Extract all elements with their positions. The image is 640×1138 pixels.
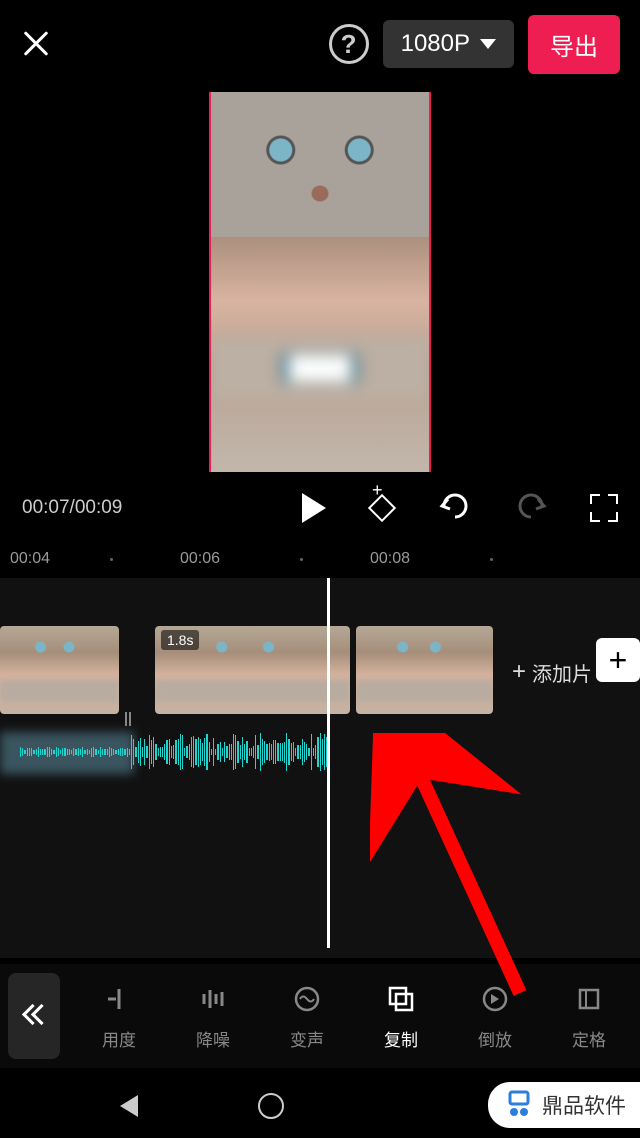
add-button[interactable]: +	[596, 638, 640, 682]
waveform	[20, 728, 330, 776]
add-clip-button[interactable]: 添加片	[512, 650, 592, 694]
play-button[interactable]	[302, 493, 326, 523]
freeze-icon	[572, 982, 606, 1016]
playhead[interactable]	[327, 578, 330, 948]
duration-badge: 1.8s	[161, 630, 199, 650]
nav-back-button[interactable]	[120, 1095, 138, 1117]
resolution-dropdown[interactable]: 1080P	[383, 20, 514, 68]
tool-speed[interactable]: 用度	[78, 982, 160, 1051]
fullscreen-button[interactable]	[590, 494, 618, 522]
clip-handle[interactable]	[122, 711, 134, 727]
chevron-down-icon	[480, 39, 496, 49]
keyframe-button[interactable]	[368, 494, 396, 522]
noise-icon	[196, 982, 230, 1016]
watermark: 鼎品软件	[488, 1082, 640, 1128]
redo-button[interactable]	[514, 491, 548, 526]
time-display: 00:07/00:09	[22, 497, 122, 519]
close-button[interactable]	[20, 28, 52, 60]
timeline[interactable]: 1.8s 添加片 +	[0, 578, 640, 958]
audio-track[interactable]	[0, 728, 330, 776]
tool-freeze[interactable]: 定格	[548, 982, 630, 1051]
help-icon[interactable]: ?	[329, 24, 369, 64]
preview-area[interactable]: ████	[0, 88, 640, 476]
tool-voice[interactable]: 变声	[266, 982, 348, 1051]
resolution-label: 1080P	[401, 30, 470, 58]
tool-noise[interactable]: 降噪	[172, 982, 254, 1051]
preview-frame: ████	[209, 92, 431, 472]
voice-icon	[290, 982, 324, 1016]
clip-1[interactable]	[0, 626, 119, 714]
clip-2[interactable]: 1.8s	[155, 626, 350, 714]
undo-button[interactable]	[438, 491, 472, 526]
speed-icon	[102, 982, 136, 1016]
annotation-arrow	[370, 733, 540, 1018]
time-ruler[interactable]: 00:04 00:06 00:08	[0, 540, 640, 570]
watermark-logo-icon	[504, 1090, 534, 1120]
toolbar-back-button[interactable]	[8, 973, 60, 1059]
nav-home-button[interactable]	[258, 1093, 284, 1119]
export-button[interactable]: 导出	[528, 15, 620, 74]
android-navbar: 鼎品软件	[0, 1074, 640, 1138]
clip-3[interactable]	[356, 626, 493, 714]
bottom-toolbar: 用度降噪变声复制倒放定格	[0, 964, 640, 1068]
